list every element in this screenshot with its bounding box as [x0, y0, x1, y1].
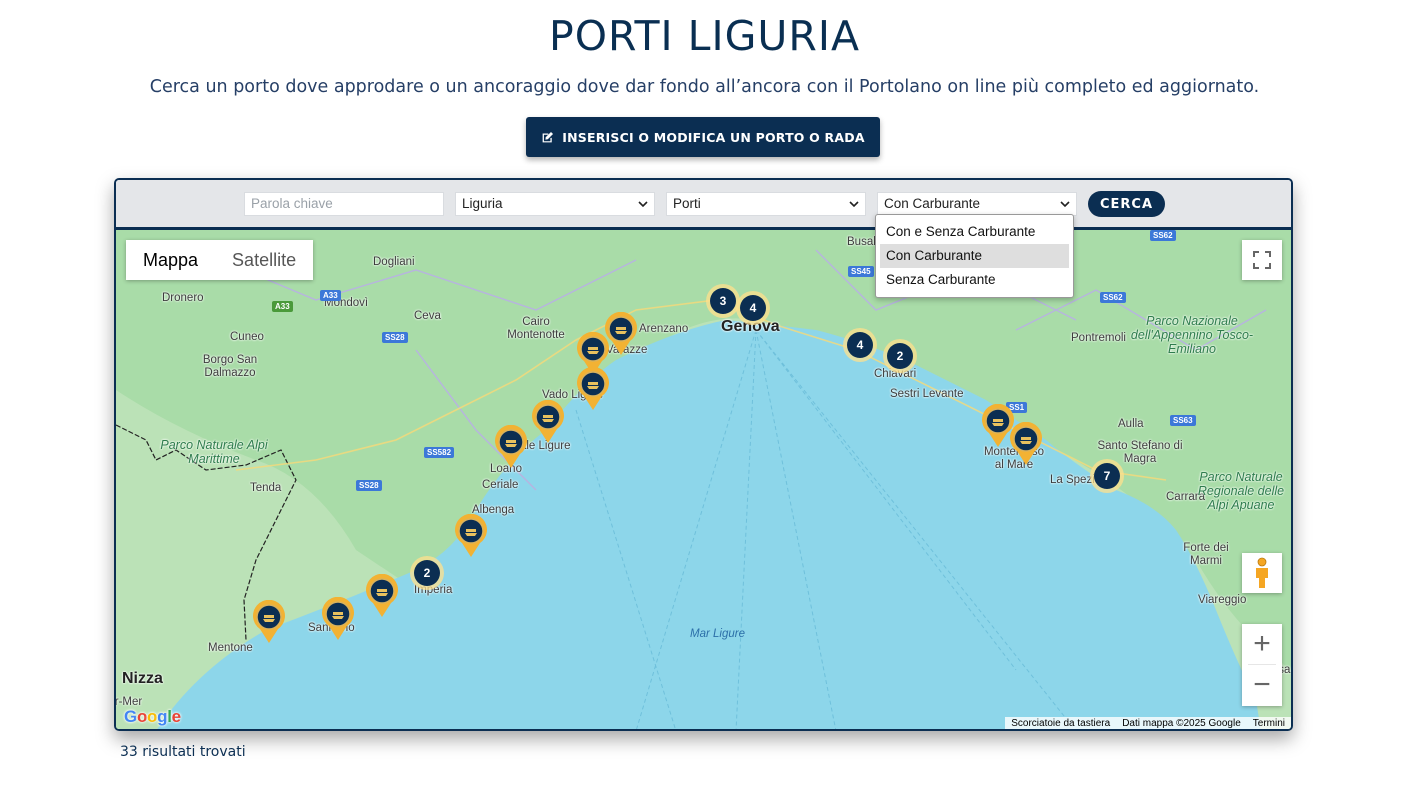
map-type-satellite[interactable]: Satellite	[215, 240, 313, 280]
chevron-down-icon	[1060, 201, 1070, 208]
road-shield: A33	[272, 301, 293, 312]
port-marker[interactable]	[454, 513, 488, 558]
insert-port-label: INSERISCI O MODIFICA UN PORTO O RADA	[562, 129, 865, 145]
pegman-icon	[1256, 557, 1268, 588]
port-marker[interactable]	[321, 596, 355, 641]
fuel-dropdown-list: Con e Senza Carburante Con Carburante Se…	[875, 214, 1074, 298]
map-canvas[interactable]: Busalla Dogliani Dronero Mondovì Ceva Cu…	[116, 230, 1291, 729]
type-select[interactable]: Porti	[666, 192, 866, 216]
map-type-control: Mappa Satellite	[126, 240, 314, 280]
edit-icon	[541, 131, 554, 144]
page-title: PORTI LIGURIA	[548, 12, 860, 60]
zoom-in-button[interactable]: +	[1242, 624, 1282, 664]
google-logo: Google	[124, 707, 181, 726]
map-label-sea: Mar Ligure	[690, 628, 745, 640]
street-view-button[interactable]	[1242, 553, 1282, 593]
map-label-arenzano: Arenzano	[639, 323, 689, 335]
map-label-mentone: Mentone	[208, 642, 253, 654]
fuel-option[interactable]: Con e Senza Carburante	[880, 220, 1069, 244]
road-shield: SS28	[382, 332, 408, 343]
fullscreen-button[interactable]	[1242, 240, 1282, 280]
map-label-viareggio: Viareggio	[1198, 594, 1247, 606]
keyword-input[interactable]: Parola chiave	[244, 192, 444, 216]
region-select-value: Liguria	[462, 196, 503, 211]
map-label-ceva: Ceva	[414, 310, 441, 322]
road-shield: SS62	[1100, 292, 1126, 303]
map-label-sestri: Sestri Levante	[890, 388, 964, 400]
map-frame: Parola chiave Liguria Porti Con Carburan…	[114, 178, 1293, 731]
port-marker[interactable]	[531, 399, 565, 444]
map-label-cuneo: Cuneo	[230, 331, 264, 343]
results-count: 33 risultati trovati	[120, 744, 246, 760]
map-label-aulla: Aulla	[1118, 418, 1144, 430]
map-attribution: Scorciatoie da tastiera Dati mappa ©2025…	[1005, 717, 1291, 729]
road-shield: SS62	[1150, 230, 1176, 241]
zoom-out-button[interactable]: −	[1242, 665, 1282, 705]
port-marker[interactable]	[1009, 421, 1043, 466]
chevron-down-icon	[638, 201, 648, 208]
port-marker[interactable]	[576, 366, 610, 411]
keyboard-shortcuts-link[interactable]: Scorciatoie da tastiera	[1005, 717, 1116, 729]
map-label-pontremoli: Pontremoli	[1071, 332, 1126, 344]
cluster-count: 4	[740, 295, 766, 321]
fuel-select[interactable]: Con Carburante	[877, 192, 1077, 216]
cluster-marker[interactable]: 4	[736, 291, 770, 325]
filter-bar: Parola chiave Liguria Porti Con Carburan…	[116, 180, 1291, 230]
map-label-tenda: Tenda	[250, 482, 282, 494]
chevron-down-icon	[849, 201, 859, 208]
cluster-marker[interactable]: 7	[1090, 459, 1124, 493]
port-marker[interactable]	[494, 424, 528, 469]
map-label-dronero: Dronero	[162, 292, 204, 304]
insert-port-button[interactable]: INSERISCI O MODIFICA UN PORTO O RADA	[526, 117, 880, 157]
fullscreen-icon	[1253, 251, 1271, 269]
region-select[interactable]: Liguria	[455, 192, 655, 216]
port-marker[interactable]	[252, 599, 286, 644]
port-marker[interactable]	[365, 573, 399, 618]
map-label-park-alpi-apuane: Parco Naturale Regionale delle Alpi Apua…	[1197, 470, 1285, 512]
terms-link[interactable]: Termini	[1247, 717, 1291, 729]
zoom-control: + −	[1242, 624, 1282, 706]
cluster-count: 3	[710, 288, 736, 314]
fuel-select-value: Con Carburante	[884, 196, 981, 211]
road-shield: A33	[320, 290, 341, 301]
map-label-cairo: Cairo Montenotte	[507, 316, 565, 341]
map-label-forte: Forte dei Marmi	[1183, 542, 1229, 567]
cluster-count: 7	[1094, 463, 1120, 489]
map-label-park-appennino: Parco Nazionale dell'Appennino Tosco-Emi…	[1130, 314, 1254, 356]
cluster-count: 2	[414, 560, 440, 586]
page-subtitle: Cerca un porto dove approdare o un ancor…	[149, 77, 1260, 97]
cluster-marker[interactable]: 2	[883, 339, 917, 373]
search-button[interactable]: CERCA	[1088, 191, 1165, 217]
road-shield: SS28	[356, 480, 382, 491]
fuel-option[interactable]: Senza Carburante	[880, 268, 1069, 292]
cluster-marker[interactable]: 3	[706, 284, 740, 318]
map-label-nizza: Nizza	[122, 670, 163, 687]
cluster-marker[interactable]: 2	[410, 556, 444, 590]
cluster-count: 4	[847, 332, 873, 358]
map-label-park-alpi-marittime: Parco Naturale Alpi Marittime	[160, 438, 268, 466]
map-label-ceriale: Ceriale	[482, 479, 519, 491]
road-shield: SS582	[424, 447, 455, 458]
cluster-count: 2	[887, 343, 913, 369]
road-shield: SS63	[1170, 415, 1196, 426]
cluster-marker[interactable]: 4	[843, 328, 877, 362]
map-data-text: Dati mappa ©2025 Google	[1122, 718, 1241, 729]
map-label-dogliani: Dogliani	[373, 256, 415, 268]
type-select-value: Porti	[673, 196, 701, 211]
map-type-mappa[interactable]: Mappa	[126, 240, 215, 280]
road-shield: SS45	[848, 266, 874, 277]
fuel-option-selected[interactable]: Con Carburante	[880, 244, 1069, 268]
map-label-borgo: Borgo San Dalmazzo	[202, 354, 258, 379]
